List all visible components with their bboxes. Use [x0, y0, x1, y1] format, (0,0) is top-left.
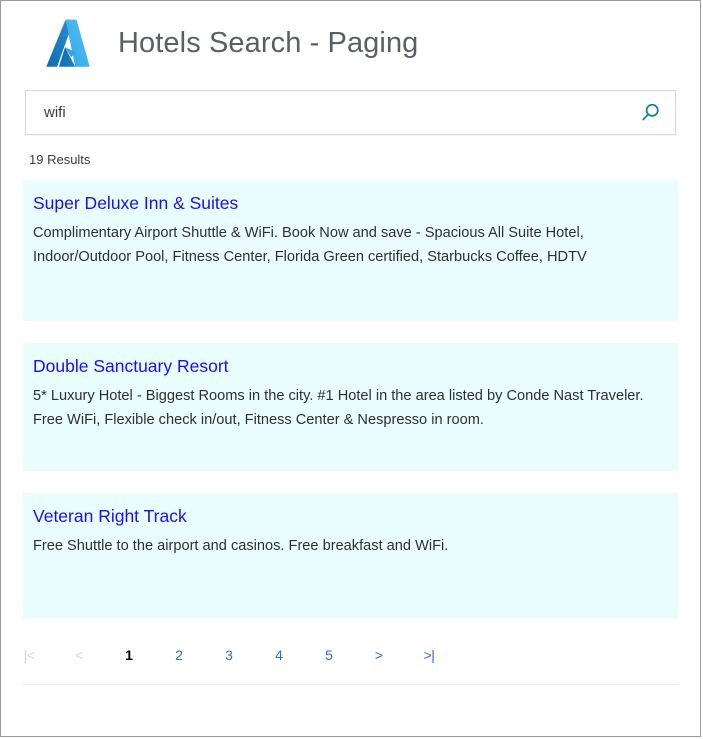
result-title-link[interactable]: Super Deluxe Inn & Suites — [33, 193, 658, 215]
pager-page-4[interactable]: 4 — [269, 642, 289, 668]
page-title: Hotels Search - Paging — [118, 26, 419, 59]
results-list: Super Deluxe Inn & Suites Complimentary … — [23, 180, 678, 618]
pager-next[interactable]: > — [369, 642, 389, 668]
result-description: Complimentary Airport Shuttle & WiFi. Bo… — [33, 224, 587, 265]
pager-page-2[interactable]: 2 — [169, 642, 189, 668]
pager-first: |< — [23, 647, 35, 663]
footer-divider — [23, 684, 678, 685]
search-input[interactable] — [26, 91, 627, 134]
pager-prev: < — [74, 647, 84, 663]
app-window: Hotels Search - Paging 19 Results Super … — [0, 0, 701, 737]
result-description: Free Shuttle to the airport and casinos.… — [33, 537, 449, 554]
results-count: 19 Results — [29, 152, 91, 167]
pager-page-1: 1 — [125, 647, 133, 663]
azure-logo-icon — [39, 16, 97, 74]
result-description: 5* Luxury Hotel - Biggest Rooms in the c… — [33, 387, 644, 428]
search-button[interactable] — [627, 91, 675, 134]
result-title-link[interactable]: Double Sanctuary Resort — [33, 356, 658, 378]
result-card[interactable]: Veteran Right Track Free Shuttle to the … — [23, 493, 678, 618]
pager-page-3[interactable]: 3 — [219, 642, 239, 668]
result-card[interactable]: Super Deluxe Inn & Suites Complimentary … — [23, 180, 678, 321]
result-card[interactable]: Double Sanctuary Resort 5* Luxury Hotel … — [23, 343, 678, 471]
pager-last[interactable]: >| — [419, 642, 439, 668]
search-bar[interactable] — [25, 90, 676, 135]
pagination: |< < 1 2 3 4 5 > >| — [19, 638, 700, 672]
page-header: Hotels Search - Paging — [1, 1, 700, 75]
result-title-link[interactable]: Veteran Right Track — [33, 506, 658, 528]
pager-page-5[interactable]: 5 — [319, 642, 339, 668]
search-icon — [639, 101, 663, 125]
